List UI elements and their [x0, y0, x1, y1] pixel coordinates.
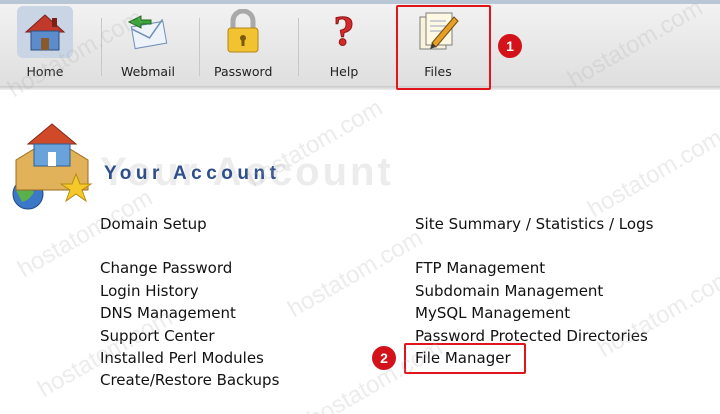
link-create-restore-backups[interactable]: Create/Restore Backups: [100, 369, 279, 391]
account-heading: Your Account Your Account: [0, 110, 720, 210]
toolbar-webmail-button[interactable]: Webmail: [120, 6, 176, 82]
toolbar-password-label: Password: [214, 64, 273, 79]
toolbar-separator: [298, 18, 299, 76]
mail-icon: [120, 6, 176, 58]
link-change-password[interactable]: Change Password: [100, 257, 279, 279]
link-site-summary[interactable]: Site Summary / Statistics / Logs: [415, 213, 653, 235]
toolbar-home-button[interactable]: Home: [17, 6, 73, 82]
file-manager-highlight-box: [404, 343, 526, 374]
toolbar-divider: [0, 86, 720, 90]
link-mysql-management[interactable]: MySQL Management: [415, 302, 653, 324]
toolbar-webmail-label: Webmail: [120, 64, 176, 79]
link-ftp-management[interactable]: FTP Management: [415, 257, 653, 279]
link-dns-management[interactable]: DNS Management: [100, 302, 279, 324]
link-support-center[interactable]: Support Center: [100, 325, 279, 347]
link-installed-perl-modules[interactable]: Installed Perl Modules: [100, 347, 279, 369]
link-subdomain-management[interactable]: Subdomain Management: [415, 280, 653, 302]
account-title: Your Account: [104, 163, 281, 184]
house-icon: [17, 6, 73, 58]
step-2-badge: 2: [372, 346, 396, 370]
toolbar-help-button[interactable]: ? Help: [316, 6, 372, 82]
left-links: Domain Setup Change Password Login Histo…: [100, 213, 279, 392]
question-mark-icon: ?: [316, 6, 372, 58]
padlock-icon: [215, 6, 271, 58]
step-1-badge: 1: [498, 34, 522, 58]
account-logo-icon: [6, 118, 98, 214]
watermark: hostatom.com: [283, 224, 428, 323]
files-highlight-box: [396, 5, 491, 90]
toolbar-help-label: Help: [329, 64, 359, 79]
toolbar-separator: [101, 18, 102, 76]
toolbar-home-label: Home: [26, 64, 64, 79]
svg-text:?: ?: [334, 9, 355, 55]
link-domain-setup[interactable]: Domain Setup: [100, 213, 279, 235]
toolbar-separator: [199, 18, 200, 76]
toolbar-password-button[interactable]: Password: [214, 6, 272, 82]
link-login-history[interactable]: Login History: [100, 280, 279, 302]
